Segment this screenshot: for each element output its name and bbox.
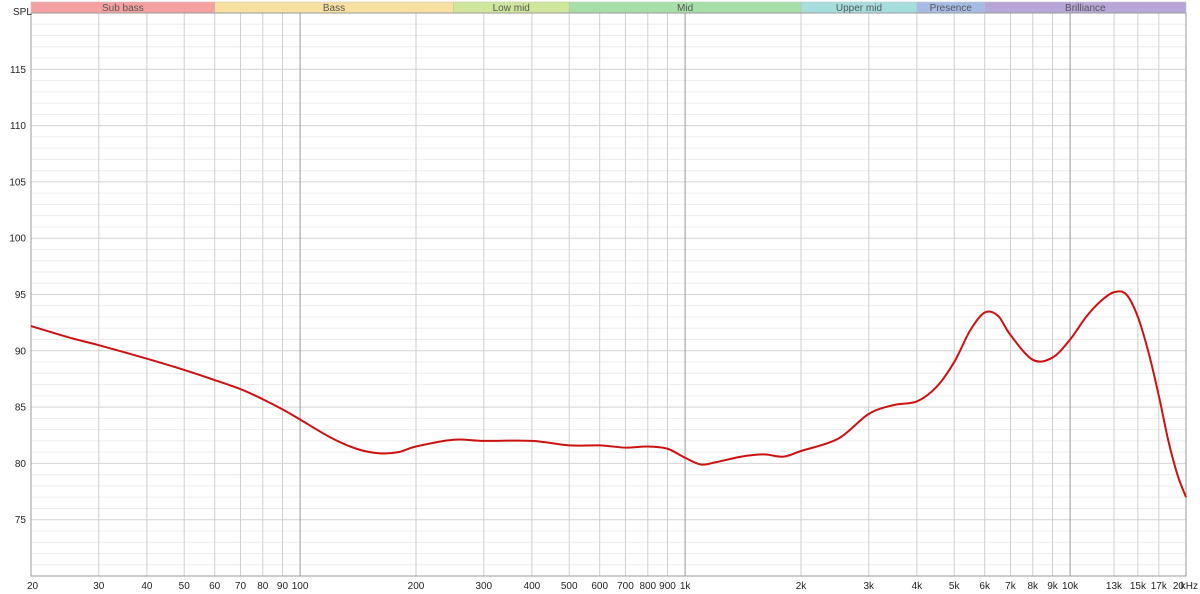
x-tick-label: 200 bbox=[408, 581, 425, 592]
y-tick-label: 85 bbox=[15, 403, 27, 414]
x-tick-label: 6k bbox=[979, 581, 991, 592]
x-tick-label: 700 bbox=[617, 581, 634, 592]
y-tick-label: 100 bbox=[9, 234, 26, 245]
x-tick-label: 400 bbox=[524, 581, 541, 592]
x-tick-label: 17k bbox=[1151, 581, 1168, 592]
x-tick-label: 900 bbox=[659, 581, 676, 592]
x-tick-label: 9k bbox=[1047, 581, 1059, 592]
band-label: Bass bbox=[323, 3, 345, 14]
x-tick-label: 1k bbox=[680, 581, 692, 592]
x-tick-label: 3k bbox=[864, 581, 876, 592]
band-label: Sub bass bbox=[102, 3, 144, 14]
y-tick-label: 105 bbox=[9, 177, 26, 188]
x-tick-label: 8k bbox=[1028, 581, 1040, 592]
x-tick-label: 300 bbox=[475, 581, 492, 592]
x-axis-unit: kHz bbox=[1181, 581, 1198, 592]
y-tick-label: 75 bbox=[15, 515, 27, 526]
axes: SPL 75 80 85 90 95 100 105 110 115 20 30 40 50 60 70 80… bbox=[9, 7, 1198, 592]
y-tick-label: 110 bbox=[10, 121, 26, 132]
x-tick-label: 50 bbox=[179, 581, 191, 592]
x-tick-label: 2k bbox=[796, 581, 808, 592]
grid bbox=[30, 12, 1187, 577]
band-label: Presence bbox=[930, 3, 973, 14]
frequency-response-chart: Sub bass Bass Low mid Mid Upper mid Presence B… bbox=[9, 1, 1198, 592]
y-tick-label: 90 bbox=[15, 346, 27, 357]
x-tick-label: 800 bbox=[639, 581, 656, 592]
x-tick-label: 20 bbox=[27, 581, 39, 592]
x-tick-label: 7k bbox=[1005, 581, 1017, 592]
y-tick-label: 80 bbox=[15, 459, 27, 470]
x-tick-label: 30 bbox=[93, 581, 105, 592]
band-label: Low mid bbox=[493, 3, 530, 14]
x-tick-label: 4k bbox=[912, 581, 924, 592]
series-layer bbox=[30, 290, 1187, 498]
x-tick-label: 100 bbox=[292, 581, 309, 592]
x-tick-label: 15k bbox=[1130, 581, 1147, 592]
x-tick-label: 5k bbox=[949, 581, 961, 592]
y-axis-label: SPL bbox=[13, 7, 32, 18]
x-tick-label: 10k bbox=[1062, 581, 1079, 592]
x-tick-label: 13k bbox=[1106, 581, 1123, 592]
frequency-response-line-0 bbox=[30, 290, 1187, 498]
x-tick-label: 90 bbox=[277, 581, 289, 592]
x-tick-label: 60 bbox=[209, 581, 221, 592]
x-tick-label: 80 bbox=[257, 581, 269, 592]
x-tick-label: 600 bbox=[591, 581, 608, 592]
frequency-bands: Sub bass Bass Low mid Mid Upper mid Presence B… bbox=[30, 1, 1187, 14]
band-label: Brilliance bbox=[1065, 3, 1106, 14]
y-tick-label: 115 bbox=[10, 65, 26, 76]
x-tick-label: 40 bbox=[141, 581, 153, 592]
y-tick-label: 95 bbox=[15, 290, 27, 301]
band-label: Upper mid bbox=[836, 3, 882, 14]
x-tick-label: 500 bbox=[561, 581, 578, 592]
band-label: Mid bbox=[677, 3, 693, 14]
x-tick-label: 70 bbox=[235, 581, 247, 592]
